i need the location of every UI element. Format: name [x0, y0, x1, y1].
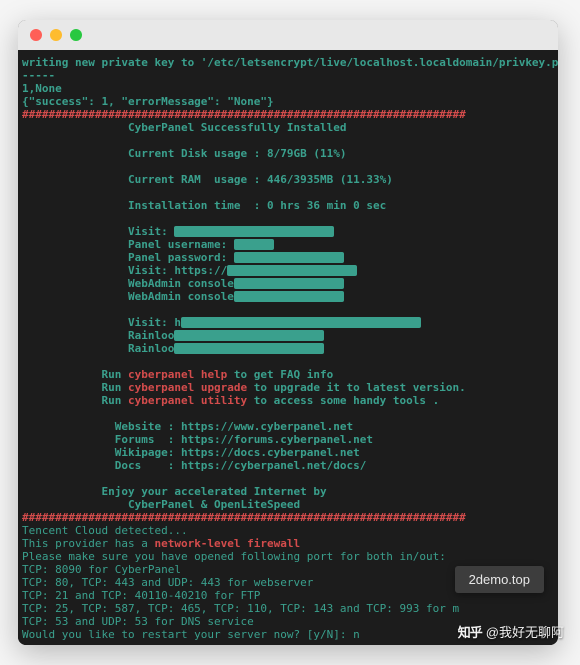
line: Visit:	[22, 225, 174, 238]
minimize-icon[interactable]	[50, 29, 62, 41]
line: Wikipage: https://docs.cyberpanel.net	[22, 446, 466, 459]
line: Rainloo	[22, 342, 174, 355]
line: TCP: 8090 for CyberPanel	[22, 563, 181, 576]
line: Forums : https://forums.cyberpanel.net	[22, 433, 466, 446]
line: Run	[22, 394, 128, 407]
line: to upgrade it to latest version.	[247, 381, 466, 394]
maximize-icon[interactable]	[70, 29, 82, 41]
restart-prompt[interactable]: Would you like to restart your server no…	[22, 628, 360, 641]
redacted	[227, 265, 357, 276]
line: {"success": 1, "errorMessage": "None"}	[22, 95, 274, 108]
line: CyberPanel & OpenLiteSpeed	[22, 498, 439, 511]
redacted	[181, 317, 421, 328]
cmd: cyberpanel help	[128, 368, 227, 381]
redacted	[174, 330, 324, 341]
redacted	[234, 239, 274, 250]
line: Website : https://www.cyberpanel.net	[22, 420, 452, 433]
window-titlebar	[18, 20, 558, 50]
redacted	[234, 291, 344, 302]
line: Panel username:	[22, 238, 234, 251]
redacted	[234, 252, 344, 263]
line: TCP: 80, TCP: 443 and UDP: 443 for webse…	[22, 576, 313, 589]
line: writing new private key to '/etc/letsenc…	[22, 56, 558, 69]
line: Enjoy your accelerated Internet by	[22, 485, 446, 498]
line: Current RAM usage : 446/3935MB (11.33%)	[22, 173, 499, 186]
line: Please make sure you have opened followi…	[22, 550, 446, 563]
redacted	[174, 226, 334, 237]
line: WebAdmin console	[22, 277, 234, 290]
close-icon[interactable]	[30, 29, 42, 41]
line: WebAdmin console	[22, 290, 234, 303]
watermark-user: @我好无聊阿	[486, 622, 564, 641]
line: -----	[22, 69, 55, 82]
cmd: cyberpanel utility	[128, 394, 247, 407]
line: Tencent Cloud detected...	[22, 524, 188, 537]
line: Current Disk usage : 8/79GB (11%)	[22, 147, 452, 160]
terminal-window: writing new private key to '/etc/letsenc…	[18, 20, 558, 645]
cmd: cyberpanel upgrade	[128, 381, 247, 394]
zhihu-logo-icon: 知乎	[458, 622, 482, 641]
divider: ########################################…	[22, 511, 466, 524]
line: TCP: 53 and UDP: 53 for DNS service	[22, 615, 254, 628]
redacted	[234, 278, 344, 289]
line: network-level firewall	[154, 537, 300, 550]
line: Rainloo	[22, 329, 174, 342]
line: 1,None	[22, 82, 62, 95]
line: to access some handy tools .	[247, 394, 439, 407]
line: TCP: 25, TCP: 587, TCP: 465, TCP: 110, T…	[22, 602, 459, 615]
line: Panel password:	[22, 251, 234, 264]
line: Visit: h	[22, 316, 181, 329]
line: CyberPanel Successfully Installed	[22, 121, 452, 134]
line: Installation time : 0 hrs 36 min 0 sec	[22, 199, 492, 212]
line: Run	[22, 368, 128, 381]
line: Docs : https://cyberpanel.net/docs/	[22, 459, 466, 472]
line: TCP: 21 and TCP: 40110-40210 for FTP	[22, 589, 260, 602]
divider: ########################################…	[22, 108, 466, 121]
overlay-label: 2demo.top	[455, 566, 544, 593]
line: to get FAQ info	[227, 368, 333, 381]
line: This provider has a	[22, 537, 154, 550]
line: Run	[22, 381, 128, 394]
redacted	[174, 343, 324, 354]
line: Visit: https://	[22, 264, 227, 277]
terminal-output: writing new private key to '/etc/letsenc…	[18, 50, 558, 645]
watermark: 知乎 @我好无聊阿	[458, 622, 564, 641]
